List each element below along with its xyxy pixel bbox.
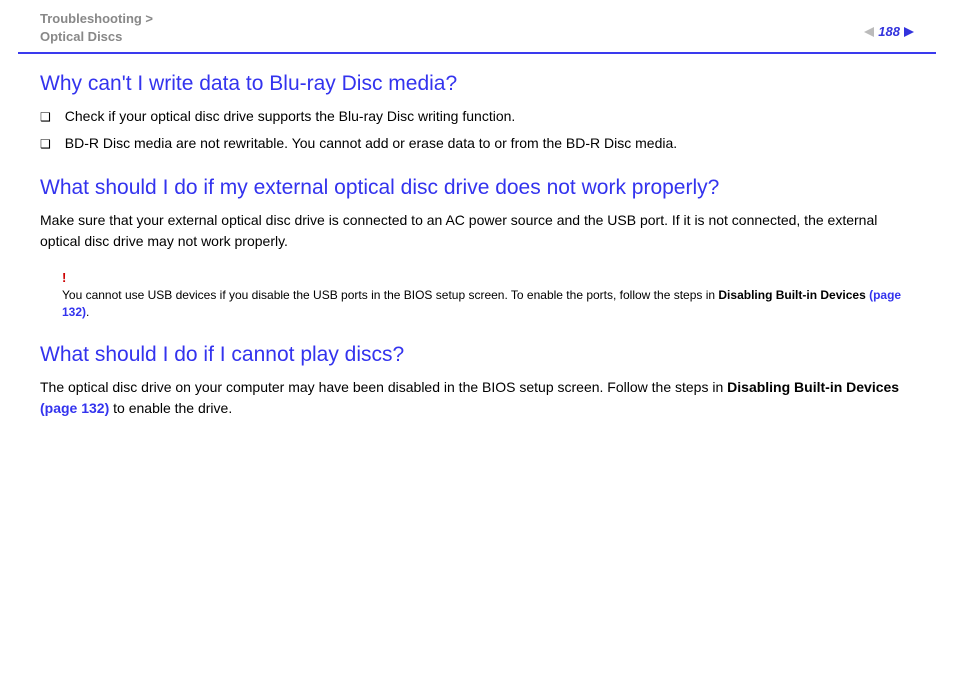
note-suffix: . (86, 305, 89, 319)
breadcrumb-line2: Optical Discs (40, 29, 122, 44)
heading-bluray: Why can't I write data to Blu-ray Disc m… (40, 72, 914, 96)
note-link-bold[interactable]: Disabling Built-in Devices (718, 288, 869, 302)
bullet-text: BD-R Disc media are not rewritable. You … (65, 133, 677, 154)
body-prefix: The optical disc drive on your computer … (40, 379, 727, 395)
prev-page-arrow-icon[interactable] (864, 27, 874, 37)
note-text: You cannot use USB devices if you disabl… (62, 287, 914, 321)
body-link-bold[interactable]: Disabling Built-in Devices (727, 379, 899, 395)
bullet-text: Check if your optical disc drive support… (65, 106, 516, 127)
heading-external-drive: What should I do if my external optical … (40, 176, 914, 200)
page-header: Troubleshooting > Optical Discs 188 (0, 0, 954, 52)
body-external-drive: Make sure that your external optical dis… (40, 210, 914, 252)
page-number: 188 (878, 24, 900, 39)
list-item: ❑ BD-R Disc media are not rewritable. Yo… (40, 133, 914, 154)
body-cannot-play: The optical disc drive on your computer … (40, 377, 914, 419)
body-link-page[interactable]: (page 132) (40, 400, 109, 416)
page-navigation: 188 (864, 10, 914, 39)
body-suffix: to enable the drive. (109, 400, 232, 416)
bullet-icon: ❑ (40, 108, 51, 126)
bullet-list-bluray: ❑ Check if your optical disc drive suppo… (40, 106, 914, 154)
note-exclaim-icon: ! (62, 270, 914, 285)
note-prefix: You cannot use USB devices if you disabl… (62, 288, 718, 302)
list-item: ❑ Check if your optical disc drive suppo… (40, 106, 914, 127)
next-page-arrow-icon[interactable] (904, 27, 914, 37)
breadcrumb: Troubleshooting > Optical Discs (40, 10, 153, 46)
note-block: ! You cannot use USB devices if you disa… (62, 270, 914, 321)
page-content: Why can't I write data to Blu-ray Disc m… (0, 72, 954, 419)
breadcrumb-line1: Troubleshooting > (40, 11, 153, 26)
heading-cannot-play: What should I do if I cannot play discs? (40, 343, 914, 367)
bullet-icon: ❑ (40, 135, 51, 153)
header-divider (18, 52, 936, 54)
